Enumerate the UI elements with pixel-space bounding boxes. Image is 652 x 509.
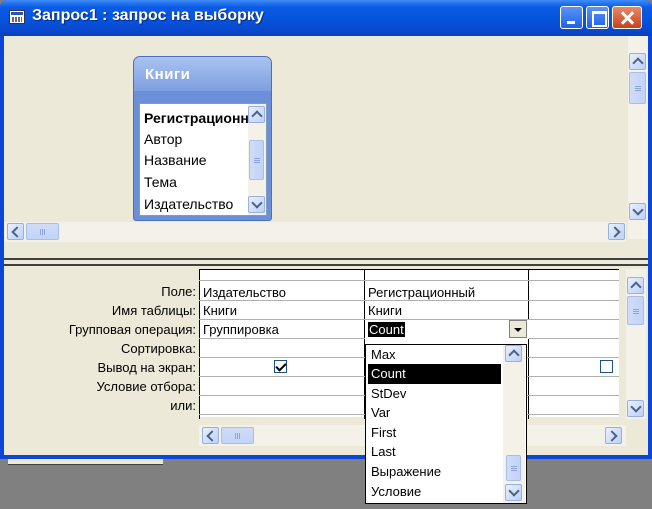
query-window-icon[interactable] (9, 10, 25, 24)
grid-cell-field[interactable]: Регистрационный (368, 285, 526, 300)
table-pane-vscroll[interactable] (628, 36, 648, 239)
dropdown-arrow-button[interactable] (509, 320, 527, 338)
scroll-up-button[interactable] (629, 53, 646, 70)
table-header[interactable]: Книги (134, 57, 271, 91)
row-label-field: Поле: (161, 284, 196, 299)
scroll-up-button[interactable] (627, 277, 644, 294)
pane-splitter[interactable] (4, 258, 648, 266)
dropdown-option-selected[interactable]: Count (368, 364, 501, 384)
grid-cell-table[interactable]: Книги (368, 303, 526, 318)
dropdown-option[interactable]: First (368, 423, 501, 443)
dropdown-option[interactable]: Var (368, 403, 501, 423)
chevron-down-icon (514, 328, 522, 332)
scroll-up-button[interactable] (505, 345, 522, 362)
scroll-down-button[interactable] (627, 400, 644, 417)
group-op-combo-value: Count (368, 322, 405, 337)
scroll-right-button[interactable] (605, 427, 622, 444)
row-label-show: Вывод на экран: (97, 360, 196, 375)
window-title: Запрос1 : запрос на выборку (32, 7, 264, 24)
grid-cell-table[interactable]: Книги (203, 303, 361, 318)
table-name: Книги (145, 66, 191, 83)
scroll-up-button[interactable] (248, 106, 265, 123)
vscroll-thumb[interactable] (249, 140, 264, 180)
title-bar[interactable]: Запрос1 : запрос на выборку (0, 0, 652, 36)
row-label-group: Групповая операция: (68, 322, 196, 337)
vscroll-thumb[interactable] (629, 72, 646, 104)
field-list[interactable]: Регистрационный Автор Название Тема Изда… (139, 103, 267, 216)
close-button[interactable] (612, 6, 642, 29)
field-item[interactable]: Издательство (144, 196, 248, 212)
grid-vscroll[interactable] (626, 269, 646, 419)
group-op-combo[interactable]: Count (365, 320, 529, 339)
scroll-down-button[interactable] (505, 484, 522, 501)
hscroll-thumb[interactable] (221, 427, 254, 444)
mdi-background (0, 459, 652, 509)
field-item[interactable]: Автор (144, 131, 248, 147)
scroll-left-button[interactable] (7, 223, 24, 240)
field-item[interactable]: Название (144, 152, 248, 168)
scroll-down-button[interactable] (248, 196, 265, 213)
scroll-right-button[interactable] (608, 223, 625, 240)
dropdown-option[interactable]: Выражение (368, 462, 501, 482)
minimize-button[interactable] (560, 6, 583, 29)
row-label-or: или: (170, 398, 196, 413)
group-op-dropdown-list[interactable]: Max Count StDev Var First Last Выражение… (365, 344, 527, 504)
dropdown-vscroll[interactable] (503, 345, 525, 503)
table-field-list-books[interactable]: Книги Регистрационный Автор Название Тем… (133, 56, 272, 221)
hscroll-thumb[interactable] (26, 223, 59, 240)
grid-cell-group-op[interactable]: Группировка (203, 322, 361, 337)
field-item[interactable]: Регистрационный (144, 110, 248, 126)
dropdown-option[interactable]: Last (368, 442, 501, 462)
dropdown-option[interactable]: Условие (368, 482, 501, 502)
vscroll-thumb[interactable] (627, 296, 644, 325)
row-label-criteria: Условие отбора: (96, 379, 196, 394)
field-list-vscroll[interactable] (248, 104, 266, 215)
show-checkbox[interactable] (274, 360, 287, 373)
row-labels: Поле: Имя таблицы: Групповая операция: С… (4, 266, 196, 416)
table-pane[interactable] (4, 36, 648, 258)
show-checkbox[interactable] (600, 360, 613, 373)
grid-cell-field[interactable]: Издательство (203, 285, 361, 300)
scroll-down-button[interactable] (629, 203, 646, 220)
row-label-table: Имя таблицы: (111, 303, 196, 318)
dropdown-option[interactable]: Max (368, 345, 501, 365)
table-pane-hscroll[interactable] (4, 222, 626, 242)
row-label-sort: Сортировка: (121, 341, 196, 356)
partial-window-edge (8, 459, 163, 465)
field-item[interactable]: Тема (144, 174, 248, 190)
maximize-button[interactable] (586, 6, 609, 29)
vscroll-thumb[interactable] (506, 455, 521, 481)
dropdown-option[interactable]: StDev (368, 384, 501, 404)
scroll-left-button[interactable] (202, 427, 219, 444)
